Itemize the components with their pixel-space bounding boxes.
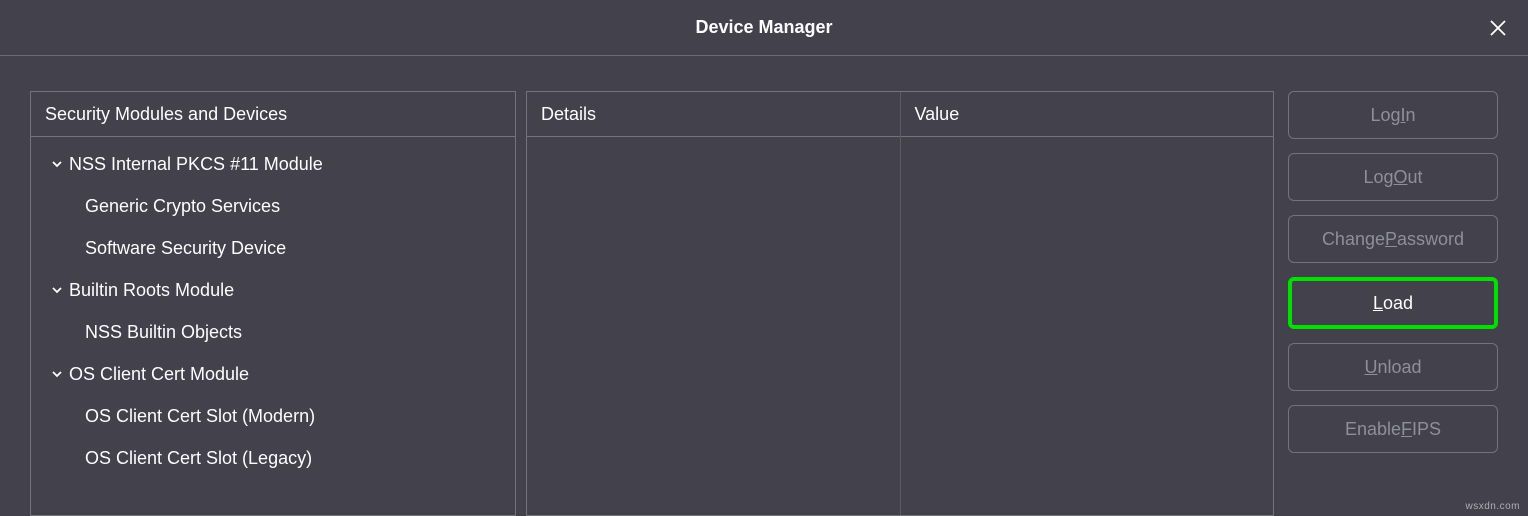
value-column: Value	[900, 92, 1274, 515]
device-row[interactable]: Software Security Device	[31, 227, 515, 269]
module-label: OS Client Cert Module	[69, 364, 249, 385]
button-label-post: n	[1406, 105, 1416, 126]
device-label: OS Client Cert Slot (Modern)	[85, 406, 315, 427]
module-label: Builtin Roots Module	[69, 280, 234, 301]
close-button[interactable]	[1484, 14, 1512, 42]
content-area: Security Modules and Devices NSS Interna…	[30, 91, 1508, 516]
button-label-accel: L	[1373, 293, 1383, 314]
button-label-post: nload	[1377, 357, 1421, 378]
button-label-accel: F	[1401, 419, 1412, 440]
device-label: Software Security Device	[85, 238, 286, 259]
window-title: Device Manager	[695, 17, 832, 38]
button-label-pre: Change	[1322, 229, 1385, 250]
button-label-pre: Log	[1370, 105, 1400, 126]
action-buttons-column: Log In Log Out Change Password Load Unlo…	[1288, 91, 1498, 516]
device-label: NSS Builtin Objects	[85, 322, 242, 343]
module-row[interactable]: NSS Internal PKCS #11 Module	[31, 143, 515, 185]
change-password-button[interactable]: Change Password	[1288, 215, 1498, 263]
login-button[interactable]: Log In	[1288, 91, 1498, 139]
device-row[interactable]: OS Client Cert Slot (Legacy)	[31, 437, 515, 479]
chevron-down-icon	[45, 368, 69, 380]
enable-fips-button[interactable]: Enable FIPS	[1288, 405, 1498, 453]
module-row[interactable]: Builtin Roots Module	[31, 269, 515, 311]
titlebar: Device Manager	[0, 0, 1528, 56]
close-icon	[1489, 19, 1507, 37]
button-label-accel: P	[1385, 229, 1397, 250]
details-column: Details	[527, 92, 900, 515]
modules-tree-panel: Security Modules and Devices NSS Interna…	[30, 91, 516, 516]
button-label-pre: Enable	[1345, 419, 1401, 440]
module-label: NSS Internal PKCS #11 Module	[69, 154, 323, 175]
button-label-post: assword	[1397, 229, 1464, 250]
button-label-post: IPS	[1412, 419, 1441, 440]
device-label: OS Client Cert Slot (Legacy)	[85, 448, 312, 469]
button-label-accel: U	[1364, 357, 1377, 378]
details-panel: Details Value	[526, 91, 1274, 516]
chevron-down-icon	[45, 284, 69, 296]
logout-button[interactable]: Log Out	[1288, 153, 1498, 201]
chevron-down-icon	[45, 158, 69, 170]
button-label-post: oad	[1383, 293, 1413, 314]
module-row[interactable]: OS Client Cert Module	[31, 353, 515, 395]
load-button[interactable]: Load	[1288, 277, 1498, 329]
details-column-header: Details	[527, 92, 900, 137]
device-row[interactable]: Generic Crypto Services	[31, 185, 515, 227]
device-label: Generic Crypto Services	[85, 196, 280, 217]
button-label-accel: O	[1394, 167, 1408, 188]
tree-body: NSS Internal PKCS #11 Module Generic Cry…	[31, 137, 515, 515]
device-row[interactable]: OS Client Cert Slot (Modern)	[31, 395, 515, 437]
value-column-header: Value	[901, 92, 1274, 137]
tree-column-header: Security Modules and Devices	[31, 92, 515, 137]
device-row[interactable]: NSS Builtin Objects	[31, 311, 515, 353]
button-label-post: ut	[1408, 167, 1423, 188]
unload-button[interactable]: Unload	[1288, 343, 1498, 391]
button-label-pre: Log	[1363, 167, 1393, 188]
watermark-text: wsxdn.com	[1465, 501, 1520, 512]
